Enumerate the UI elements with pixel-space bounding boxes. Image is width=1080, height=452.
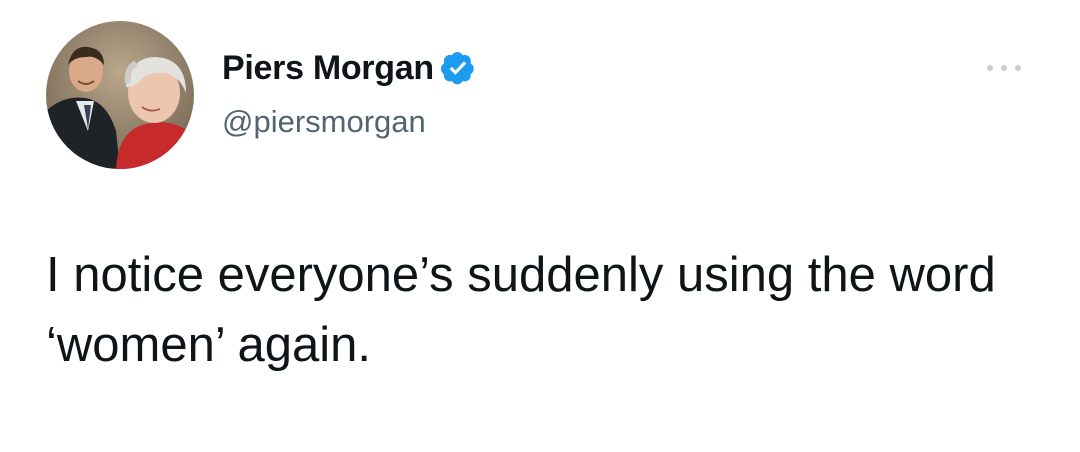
dot <box>1001 65 1007 71</box>
tweet-text: I notice everyone’s suddenly using the w… <box>46 248 1010 372</box>
dot <box>987 65 993 71</box>
tweet-card[interactable]: Piers Morgan @piersmorgan I notice every… <box>0 0 1080 452</box>
author-handle[interactable]: @piersmorgan <box>222 102 426 142</box>
author-name-row[interactable]: Piers Morgan <box>222 48 476 88</box>
author-display-name[interactable]: Piers Morgan <box>222 48 434 88</box>
more-options-icon <box>987 65 1021 71</box>
dot <box>1015 65 1021 71</box>
author-avatar[interactable] <box>46 21 194 169</box>
verified-badge-icon <box>440 51 474 85</box>
profile-photo-icon <box>46 21 194 169</box>
more-options-button[interactable] <box>982 56 1026 80</box>
